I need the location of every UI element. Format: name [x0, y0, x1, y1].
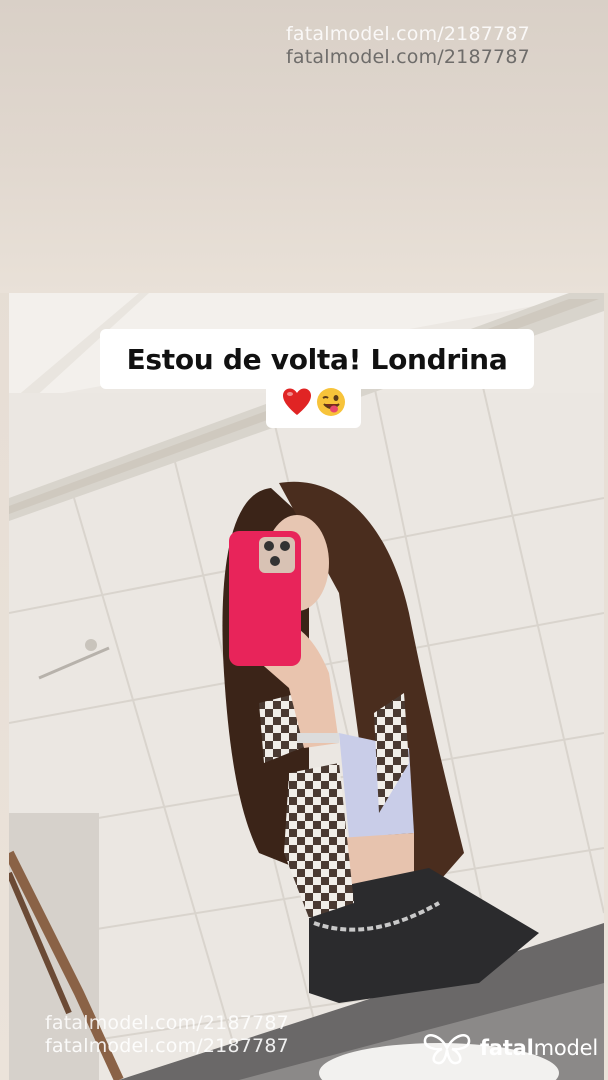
brand-name-part1: fatal: [479, 1036, 534, 1060]
brand-name: fatalmodel: [480, 1036, 598, 1060]
story-caption-emojis: [266, 376, 361, 428]
red-heart-emoji: [282, 388, 311, 415]
story-caption-text: Estou de volta! Londrina: [126, 342, 508, 376]
watermark-top: fatalmodel.com/2187787: [286, 46, 530, 68]
brand-logo: fatalmodel: [422, 1028, 598, 1068]
watermark-bottom: fatalmodel.com/2187787: [45, 1035, 289, 1057]
brand-name-part2: model: [533, 1036, 599, 1060]
watermark-bottom-faint: fatalmodel.com/2187787: [45, 1012, 289, 1034]
watermark-top-faint: fatalmodel.com/2187787: [286, 23, 530, 45]
winking-face-tongue-emoji: [316, 388, 345, 416]
butterfly-logo-icon: [423, 1034, 471, 1065]
